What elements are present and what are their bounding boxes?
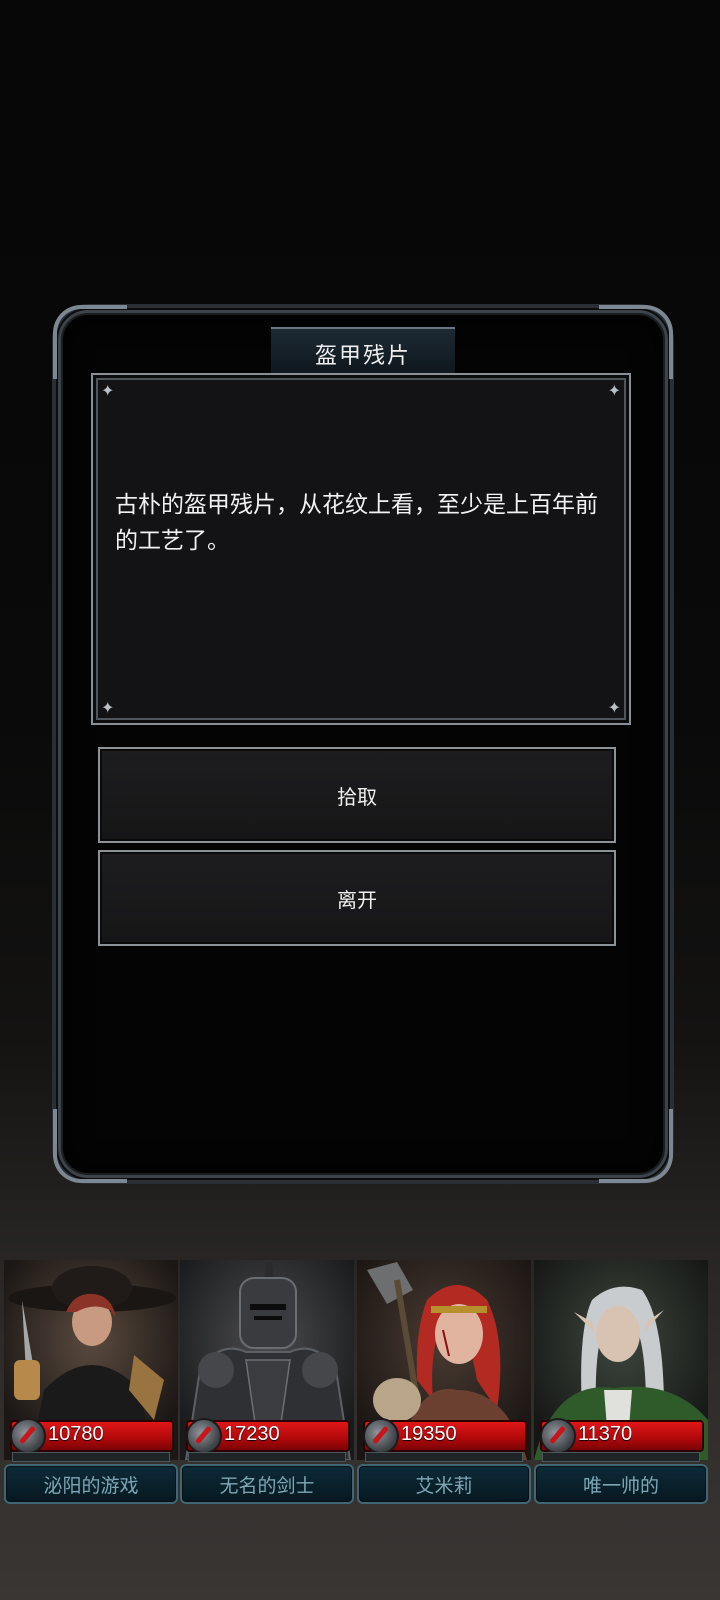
leave-button[interactable]: 离开	[98, 850, 616, 946]
hero-name: 无名的剑士	[180, 1464, 354, 1504]
description-box: ✦ ✦ ✦ ✦ 古朴的盔甲残片，从花纹上看，至少是上百年前的工艺了。	[91, 373, 631, 725]
hp-bar: 10780	[10, 1418, 174, 1454]
hero-name: 泌阳的游戏	[4, 1464, 178, 1504]
ornate-corner-icon	[599, 1109, 673, 1183]
sparkle-icon: ✦	[101, 698, 115, 717]
hp-value: 19350	[401, 1423, 457, 1445]
sword-icon	[10, 1418, 46, 1454]
sword-icon	[540, 1418, 576, 1454]
ornate-corner-icon	[53, 1109, 127, 1183]
hp-bar: 11370	[540, 1418, 704, 1454]
hp-value: 11370	[578, 1423, 633, 1445]
sword-icon	[363, 1418, 399, 1454]
sword-icon	[186, 1418, 222, 1454]
energy-bar	[365, 1452, 523, 1462]
hp-bar: 19350	[363, 1418, 527, 1454]
party-member-4[interactable]: 11370 唯一帅的	[532, 1260, 710, 1550]
party-member-2[interactable]: 17230 无名的剑士	[178, 1260, 356, 1550]
ornate-corner-icon	[599, 305, 673, 379]
pick-up-button[interactable]: 拾取	[98, 747, 616, 843]
party-bar: 10780 泌阳的游戏 17230 无名的剑士 19350 艾米莉 11370 …	[0, 1260, 720, 1560]
sparkle-icon: ✦	[607, 698, 621, 717]
event-dialog: 盔甲残片 ✦ ✦ ✦ ✦ 古朴的盔甲残片，从花纹上看，至少是上百年前的工艺了。 …	[53, 305, 673, 1183]
party-member-3[interactable]: 19350 艾米莉	[355, 1260, 533, 1550]
hp-bar: 17230	[186, 1418, 350, 1454]
ornate-corner-icon	[53, 305, 127, 379]
hero-name: 唯一帅的	[534, 1464, 708, 1504]
item-description: 古朴的盔甲残片，从花纹上看，至少是上百年前的工艺了。	[115, 492, 598, 554]
party-member-1[interactable]: 10780 泌阳的游戏	[2, 1260, 180, 1550]
sparkle-icon: ✦	[101, 381, 115, 400]
hp-value: 10780	[48, 1423, 104, 1445]
energy-bar	[12, 1452, 170, 1462]
hp-value: 17230	[224, 1423, 280, 1445]
hero-name: 艾米莉	[357, 1464, 531, 1504]
sparkle-icon: ✦	[607, 381, 621, 400]
energy-bar	[188, 1452, 346, 1462]
dialog-title: 盔甲残片	[314, 344, 411, 369]
energy-bar	[542, 1452, 700, 1462]
